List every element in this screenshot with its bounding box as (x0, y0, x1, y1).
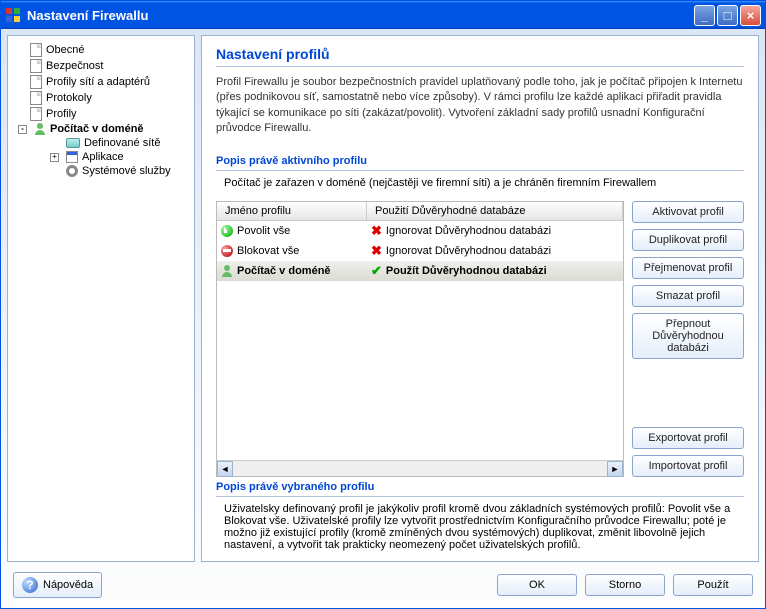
toggle-trusted-db-button[interactable]: Přepnout Důvěryhodnou databázi (632, 313, 744, 359)
tree-item-obecn-[interactable]: Obecné (28, 42, 87, 58)
table-row[interactable]: Počítač v doméně ✔ Použít Důvěryhodnou dat… (217, 261, 623, 281)
table-row[interactable]: Povolit vše ✖ Ignorovat Důvěryhodnou datab… (217, 221, 623, 241)
help-button[interactable]: ? Nápověda (13, 572, 102, 598)
minimize-button[interactable]: _ (694, 5, 715, 26)
duplicate-profile-button[interactable]: Duplikovat profil (632, 229, 744, 251)
profile-action-buttons: Aktivovat profil Duplikovat profil Přejm… (632, 201, 744, 477)
table-body: Povolit vše ✖ Ignorovat Důvěryhodnou datab… (217, 221, 623, 460)
profiles-table: Jméno profilu Použití Důvěryhodné databá… (216, 201, 624, 477)
header-profile-name[interactable]: Jméno profilu (217, 202, 367, 220)
page-description: Profil Firewallu je soubor bezpečnostníc… (216, 75, 744, 137)
selected-profile-description: Uživatelsky definovaný profil je jakýkol… (216, 503, 744, 551)
activate-profile-button[interactable]: Aktivovat profil (632, 201, 744, 223)
block-icon (221, 245, 233, 257)
x-icon: ✖ (371, 243, 382, 259)
tree-item-label: Definované sítě (84, 137, 160, 149)
application-icon (66, 151, 78, 163)
tree-item-definovan-s-t-[interactable]: Definované sítě (48, 136, 162, 150)
firewall-settings-window: Nastavení Firewallu _ □ × Obecné Bezpečno… (0, 0, 766, 609)
import-profile-button[interactable]: Importovat profil (632, 455, 744, 477)
tree-item-po-ta-v-dom-n-[interactable]: - Počítač v doméně (16, 122, 146, 136)
expand-icon[interactable]: + (50, 153, 59, 162)
tree-item-label: Počítač v doméně (50, 123, 144, 135)
tree-item-protokoly[interactable]: Protokoly (28, 90, 94, 106)
app-icon (5, 7, 21, 23)
check-icon: ✔ (371, 263, 382, 279)
nav-tree: Obecné Bezpečnost Profily sítí a adaptérů P… (7, 35, 195, 562)
selected-profile-section-title: Popis právě vybraného profilu (216, 481, 744, 497)
profile-name-cell: Povolit vše (237, 225, 290, 237)
active-profile-section-title: Popis právě aktivního profilu (216, 155, 744, 171)
tree-item-label: Aplikace (82, 151, 124, 163)
tree-item-label: Obecné (46, 44, 85, 56)
cancel-button[interactable]: Storno (585, 574, 665, 596)
page-icon (30, 43, 42, 57)
content-panel: Nastavení profilů Profil Firewallu je so… (201, 35, 759, 562)
allow-icon (221, 225, 233, 237)
tree-item-label: Profily sítí a adaptérů (46, 76, 150, 88)
x-icon: ✖ (371, 223, 382, 239)
gear-icon (66, 165, 78, 177)
tree-item-aplikace[interactable]: + Aplikace (48, 150, 126, 164)
window-title: Nastavení Firewallu (27, 8, 694, 23)
tree-item-profily-s-t-a-adapt-r-[interactable]: Profily sítí a adaptérů (28, 74, 152, 90)
collapse-icon[interactable]: - (18, 125, 27, 134)
table-header: Jméno profilu Použití Důvěryhodné databá… (217, 202, 623, 221)
trusted-db-cell: Použít Důvěryhodnou databázi (386, 265, 547, 277)
trusted-db-cell: Ignorovat Důvěryhodnou databázi (386, 245, 551, 257)
profile-name-cell: Blokovat vše (237, 245, 299, 257)
table-row[interactable]: Blokovat vše ✖ Ignorovat Důvěryhodnou data… (217, 241, 623, 261)
user-icon (34, 123, 46, 135)
profile-name-cell: Počítač v doméně (237, 265, 331, 277)
page-icon (30, 75, 42, 89)
help-icon: ? (22, 577, 38, 593)
horizontal-scrollbar[interactable]: ◄ ► (217, 460, 623, 476)
trusted-db-cell: Ignorovat Důvěryhodnou databázi (386, 225, 551, 237)
tree-item-profily[interactable]: Profily (28, 106, 79, 122)
help-button-label: Nápověda (43, 579, 93, 591)
rename-profile-button[interactable]: Přejmenovat profil (632, 257, 744, 279)
titlebar: Nastavení Firewallu _ □ × (1, 1, 765, 29)
tree-item-label: Bezpečnost (46, 60, 103, 72)
network-icon (66, 138, 80, 148)
page-icon (30, 91, 42, 105)
close-button[interactable]: × (740, 5, 761, 26)
page-icon (30, 59, 42, 73)
page-icon (30, 107, 42, 121)
maximize-button[interactable]: □ (717, 5, 738, 26)
page-title: Nastavení profilů (216, 46, 744, 67)
delete-profile-button[interactable]: Smazat profil (632, 285, 744, 307)
apply-button[interactable]: Použít (673, 574, 753, 596)
ok-button[interactable]: OK (497, 574, 577, 596)
active-profile-description: Počítač je zařazen v doméně (nejčastěji … (216, 177, 744, 189)
tree-item-label: Systémové služby (82, 165, 171, 177)
tree-item-bezpe-nost[interactable]: Bezpečnost (28, 58, 105, 74)
tree-item-label: Profily (46, 108, 77, 120)
scroll-right-button[interactable]: ► (607, 461, 623, 477)
scroll-left-button[interactable]: ◄ (217, 461, 233, 477)
user-icon (221, 265, 233, 277)
tree-item-syst-mov-slu-by[interactable]: Systémové služby (48, 164, 173, 178)
dialog-footer: ? Nápověda OK Storno Použít (7, 568, 759, 602)
header-trusted-db[interactable]: Použití Důvěryhodné databáze (367, 202, 623, 220)
tree-item-label: Protokoly (46, 92, 92, 104)
export-profile-button[interactable]: Exportovat profil (632, 427, 744, 449)
